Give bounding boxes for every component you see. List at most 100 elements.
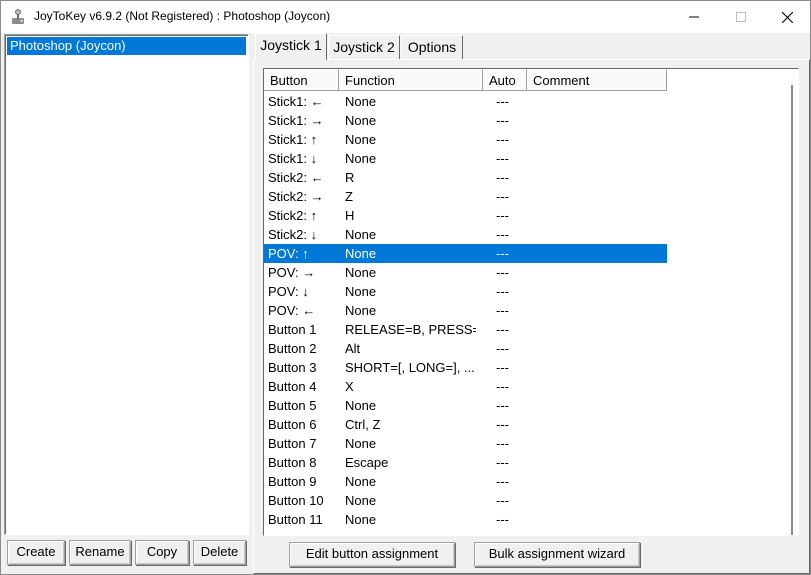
- close-icon: [781, 11, 793, 23]
- cell-auto: ---: [496, 227, 509, 242]
- table-row[interactable]: Stick2: → Z ---: [264, 187, 667, 206]
- cell-auto: ---: [496, 360, 509, 375]
- cell-button: Button 9: [268, 474, 317, 489]
- cell-function: None: [345, 436, 377, 451]
- cell-function: R: [345, 170, 355, 185]
- cell-button: Button 6: [268, 417, 317, 432]
- cell-function: H: [345, 208, 355, 223]
- table-row[interactable]: Button 8 Escape ---: [264, 453, 667, 472]
- cell-auto: ---: [496, 151, 509, 166]
- table-row[interactable]: Button 2 Alt ---: [264, 339, 667, 358]
- table-row[interactable]: Button 7 None ---: [264, 434, 667, 453]
- cell-auto: ---: [496, 246, 509, 261]
- cell-auto: ---: [496, 284, 509, 299]
- cell-function: None: [345, 113, 377, 128]
- cell-function: None: [345, 303, 377, 318]
- maximize-icon: [736, 12, 746, 22]
- bulk-assignment-wizard-button[interactable]: Bulk assignment wizard: [474, 542, 640, 567]
- table-row[interactable]: Button 4 X ---: [264, 377, 667, 396]
- table-row[interactable]: Button 5 None ---: [264, 396, 667, 415]
- cell-button: Button 8: [268, 455, 317, 470]
- cell-button: POV: →: [268, 265, 316, 280]
- copy-button[interactable]: Copy: [135, 540, 189, 565]
- cell-auto: ---: [496, 189, 509, 204]
- cell-function: None: [345, 227, 377, 242]
- cell-function: None: [345, 284, 377, 299]
- table-row[interactable]: POV: ↑ None ---: [264, 244, 667, 263]
- table-row[interactable]: Button 11 None ---: [264, 510, 667, 529]
- window-title: JoyToKey v6.9.2 (Not Registered) : Photo…: [34, 9, 331, 23]
- cell-function: Z: [345, 189, 353, 204]
- minimize-button[interactable]: [671, 1, 717, 33]
- delete-button[interactable]: Delete: [193, 540, 246, 565]
- profile-item[interactable]: Photoshop (Joycon): [7, 37, 246, 55]
- cell-auto: ---: [496, 208, 509, 223]
- cell-button: Stick2: →: [268, 189, 324, 204]
- cell-button: Button 4: [268, 379, 317, 394]
- table-row[interactable]: Button 6 Ctrl, Z ---: [264, 415, 667, 434]
- cell-function: None: [345, 151, 377, 166]
- cell-auto: ---: [496, 493, 509, 508]
- cell-function: None: [345, 246, 377, 261]
- table-row[interactable]: POV: → None ---: [264, 263, 667, 282]
- cell-auto: ---: [496, 170, 509, 185]
- column-header-auto[interactable]: Auto: [483, 69, 527, 91]
- edit-button-assignment-button[interactable]: Edit button assignment: [289, 542, 455, 567]
- table-row[interactable]: POV: ← None ---: [264, 301, 667, 320]
- tab-strip: Joystick 1 Joystick 2 Options: [253, 33, 810, 60]
- cell-button: Stick2: ↓: [268, 227, 318, 242]
- cell-auto: ---: [496, 322, 509, 337]
- tab-joystick-1[interactable]: Joystick 1: [255, 33, 327, 60]
- cell-button: Button 1: [268, 322, 317, 337]
- table-row[interactable]: Stick2: ↓ None ---: [264, 225, 667, 244]
- cell-button: Stick1: ↓: [268, 151, 318, 166]
- table-row[interactable]: Button 1 RELEASE=B, PRESS=E ---: [264, 320, 667, 339]
- cell-button: Stick1: ←: [268, 94, 324, 109]
- minimize-icon: [689, 12, 699, 22]
- cell-button: POV: ↑: [268, 246, 309, 261]
- cell-button: Stick1: ↑: [268, 132, 318, 147]
- table-row[interactable]: Button 9 None ---: [264, 472, 667, 491]
- cell-button: Button 10: [268, 493, 324, 508]
- cell-button: POV: ←: [268, 303, 316, 318]
- vertical-scrollbar[interactable]: [786, 85, 797, 535]
- joystick-panel: Joystick 1 Joystick 2 Options Button Fun…: [253, 33, 810, 574]
- action-buttons: Edit button assignment Bulk assignment w…: [254, 542, 811, 572]
- tab-options[interactable]: Options: [401, 35, 463, 59]
- table-row[interactable]: Stick1: ← None ---: [264, 92, 667, 111]
- column-header-function[interactable]: Function: [339, 69, 483, 91]
- cell-auto: ---: [496, 398, 509, 413]
- rename-button[interactable]: Rename: [69, 540, 131, 565]
- title-bar[interactable]: JoyToKey v6.9.2 (Not Registered) : Photo…: [1, 1, 810, 33]
- cell-function: None: [345, 132, 377, 147]
- table-row[interactable]: Stick1: → None ---: [264, 111, 667, 130]
- table-row[interactable]: Stick2: ↑ H ---: [264, 206, 667, 225]
- column-header-button[interactable]: Button: [264, 69, 339, 91]
- table-row[interactable]: POV: ↓ None ---: [264, 282, 667, 301]
- cell-function: Escape: [345, 455, 389, 470]
- create-button[interactable]: Create: [7, 540, 65, 565]
- close-button[interactable]: [764, 1, 810, 33]
- table-row[interactable]: Stick2: ← R ---: [264, 168, 667, 187]
- tab-joystick-2[interactable]: Joystick 2: [328, 35, 400, 59]
- table-row[interactable]: Stick1: ↓ None ---: [264, 149, 667, 168]
- table-row[interactable]: Button 3 SHORT=[, LONG=], ... ---: [264, 358, 667, 377]
- cell-button: Button 7: [268, 436, 317, 451]
- column-header-comment[interactable]: Comment: [527, 69, 667, 91]
- cell-auto: ---: [496, 341, 509, 356]
- maximize-button[interactable]: [718, 1, 764, 33]
- cell-auto: ---: [496, 379, 509, 394]
- cell-button: Button 3: [268, 360, 317, 375]
- button-assignment-list[interactable]: Button Function Auto Comment Stick1: ← No…: [263, 68, 799, 536]
- scrollbar-thumb[interactable]: [791, 85, 793, 535]
- table-row[interactable]: Stick1: ↑ None ---: [264, 130, 667, 149]
- table-row[interactable]: Button 10 None ---: [264, 491, 667, 510]
- cell-function: None: [345, 493, 377, 508]
- joytokey-window: JoyToKey v6.9.2 (Not Registered) : Photo…: [0, 0, 811, 575]
- cell-auto: ---: [496, 455, 509, 470]
- profile-list[interactable]: Photoshop (Joycon): [4, 34, 249, 535]
- cell-function: X: [345, 379, 354, 394]
- cell-function: None: [345, 94, 377, 109]
- list-header: Button Function Auto Comment: [264, 69, 784, 91]
- cell-button: Stick1: →: [268, 113, 324, 128]
